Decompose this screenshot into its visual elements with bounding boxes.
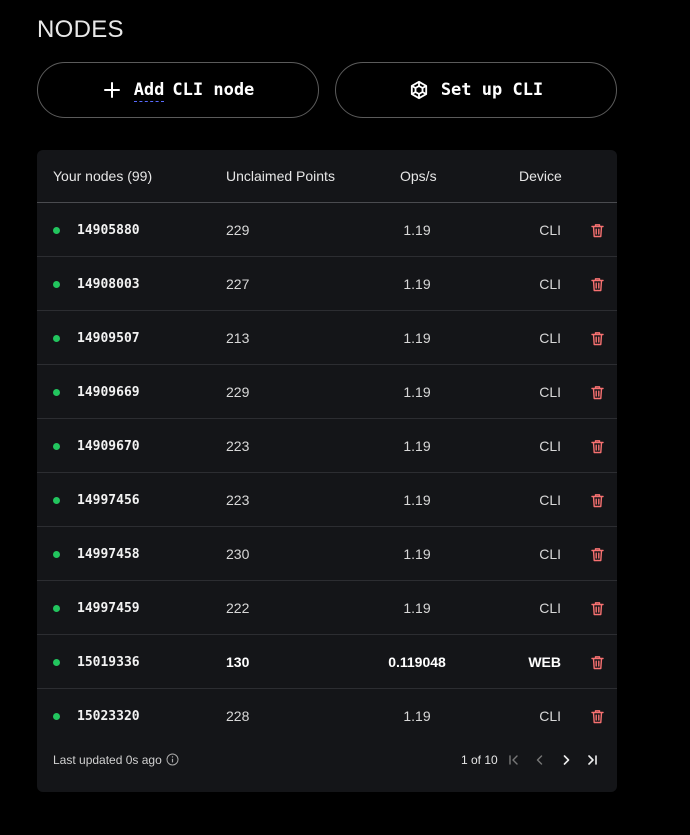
device-type: CLI — [539, 546, 561, 562]
table-row[interactable]: 14905880 229 1.19 CLI — [37, 203, 617, 257]
ops-per-second: 1.19 — [403, 438, 431, 454]
node-id: 14909669 — [77, 385, 140, 400]
device-type: CLI — [539, 492, 561, 508]
ops-per-second: 0.119048 — [388, 654, 446, 670]
unclaimed-points: 228 — [226, 708, 250, 724]
ops-per-second: 1.19 — [403, 708, 431, 724]
trash-icon[interactable] — [590, 492, 604, 508]
trash-icon[interactable] — [590, 708, 604, 724]
table-row[interactable]: 14909507 213 1.19 CLI — [37, 311, 617, 365]
ops-per-second: 1.19 — [403, 330, 431, 346]
online-status-dot — [53, 605, 60, 612]
node-id: 15019336 — [77, 655, 140, 670]
plus-icon — [102, 80, 122, 100]
trash-icon[interactable] — [590, 438, 604, 454]
table-row[interactable]: 14997459 222 1.19 CLI — [37, 581, 617, 635]
ops-per-second: 1.19 — [403, 276, 431, 292]
node-id: 15023320 — [77, 709, 140, 724]
unclaimed-points: 130 — [226, 654, 250, 670]
node-id: 14908003 — [77, 277, 140, 292]
last-page-icon[interactable] — [583, 751, 601, 769]
online-status-dot — [53, 659, 60, 666]
table-row[interactable]: 14997456 223 1.19 CLI — [37, 473, 617, 527]
trash-icon[interactable] — [590, 384, 604, 400]
trash-icon[interactable] — [590, 600, 604, 616]
trash-icon[interactable] — [590, 276, 604, 292]
unclaimed-points: 227 — [226, 276, 250, 292]
table-footer: Last updated 0s ago 1 of 10 — [37, 742, 617, 792]
first-page-icon[interactable] — [505, 751, 523, 769]
info-icon[interactable] — [166, 753, 179, 766]
trash-icon[interactable] — [590, 546, 604, 562]
online-status-dot — [53, 551, 60, 558]
node-id: 14905880 — [77, 223, 140, 238]
node-id: 14997459 — [77, 601, 140, 616]
device-type: CLI — [539, 438, 561, 454]
add-cli-node-button[interactable]: Add CLI node — [37, 62, 319, 118]
table-row[interactable]: 14909669 229 1.19 CLI — [37, 365, 617, 419]
unclaimed-points: 223 — [226, 438, 250, 454]
nodes-table-panel: Your nodes (99) Unclaimed Points Ops/s D… — [37, 150, 617, 792]
unclaimed-points: 222 — [226, 600, 250, 616]
online-status-dot — [53, 389, 60, 396]
last-updated-text: Last updated 0s ago — [53, 753, 162, 767]
device-type: CLI — [539, 276, 561, 292]
trash-icon[interactable] — [590, 222, 604, 238]
online-status-dot — [53, 443, 60, 450]
ops-per-second: 1.19 — [403, 600, 431, 616]
table-row[interactable]: 15019336 130 0.119048 WEB — [37, 635, 617, 689]
table-body: 14905880 229 1.19 CLI 14908003 227 1.19 … — [37, 203, 617, 743]
column-header-nodes: Your nodes (99) — [53, 168, 153, 184]
online-status-dot — [53, 713, 60, 720]
column-header-points: Unclaimed Points — [226, 168, 335, 184]
table-row[interactable]: 14908003 227 1.19 CLI — [37, 257, 617, 311]
column-header-device: Device — [519, 168, 562, 184]
device-type: CLI — [539, 384, 561, 400]
node-id: 14909507 — [77, 331, 140, 346]
column-header-ops: Ops/s — [400, 168, 437, 184]
unclaimed-points: 213 — [226, 330, 250, 346]
node-id: 14909670 — [77, 439, 140, 454]
device-type: CLI — [539, 708, 561, 724]
ops-per-second: 1.19 — [403, 222, 431, 238]
page-indicator: 1 of 10 — [461, 753, 498, 767]
setup-cli-button[interactable]: Set up CLI — [335, 62, 617, 118]
device-type: WEB — [528, 654, 561, 670]
page-title: NODES — [37, 16, 124, 43]
device-type: CLI — [539, 600, 561, 616]
device-type: CLI — [539, 222, 561, 238]
online-status-dot — [53, 335, 60, 342]
online-status-dot — [53, 281, 60, 288]
add-button-label: Add — [133, 80, 165, 102]
add-button-label-suffix: CLI node — [172, 80, 255, 100]
node-id: 14997456 — [77, 493, 140, 508]
unclaimed-points: 230 — [226, 546, 250, 562]
trash-icon[interactable] — [590, 330, 604, 346]
unclaimed-points: 223 — [226, 492, 250, 508]
cube-icon — [409, 80, 429, 100]
ops-per-second: 1.19 — [403, 384, 431, 400]
table-header: Your nodes (99) Unclaimed Points Ops/s D… — [37, 150, 617, 203]
unclaimed-points: 229 — [226, 384, 250, 400]
table-row[interactable]: 15023320 228 1.19 CLI — [37, 689, 617, 743]
online-status-dot — [53, 227, 60, 234]
unclaimed-points: 229 — [226, 222, 250, 238]
ops-per-second: 1.19 — [403, 546, 431, 562]
chevron-right-icon[interactable] — [557, 751, 575, 769]
device-type: CLI — [539, 330, 561, 346]
chevron-left-icon[interactable] — [531, 751, 549, 769]
setup-button-label: Set up CLI — [440, 80, 544, 100]
trash-icon[interactable] — [590, 654, 604, 670]
online-status-dot — [53, 497, 60, 504]
table-row[interactable]: 14997458 230 1.19 CLI — [37, 527, 617, 581]
table-row[interactable]: 14909670 223 1.19 CLI — [37, 419, 617, 473]
node-id: 14997458 — [77, 547, 140, 562]
ops-per-second: 1.19 — [403, 492, 431, 508]
